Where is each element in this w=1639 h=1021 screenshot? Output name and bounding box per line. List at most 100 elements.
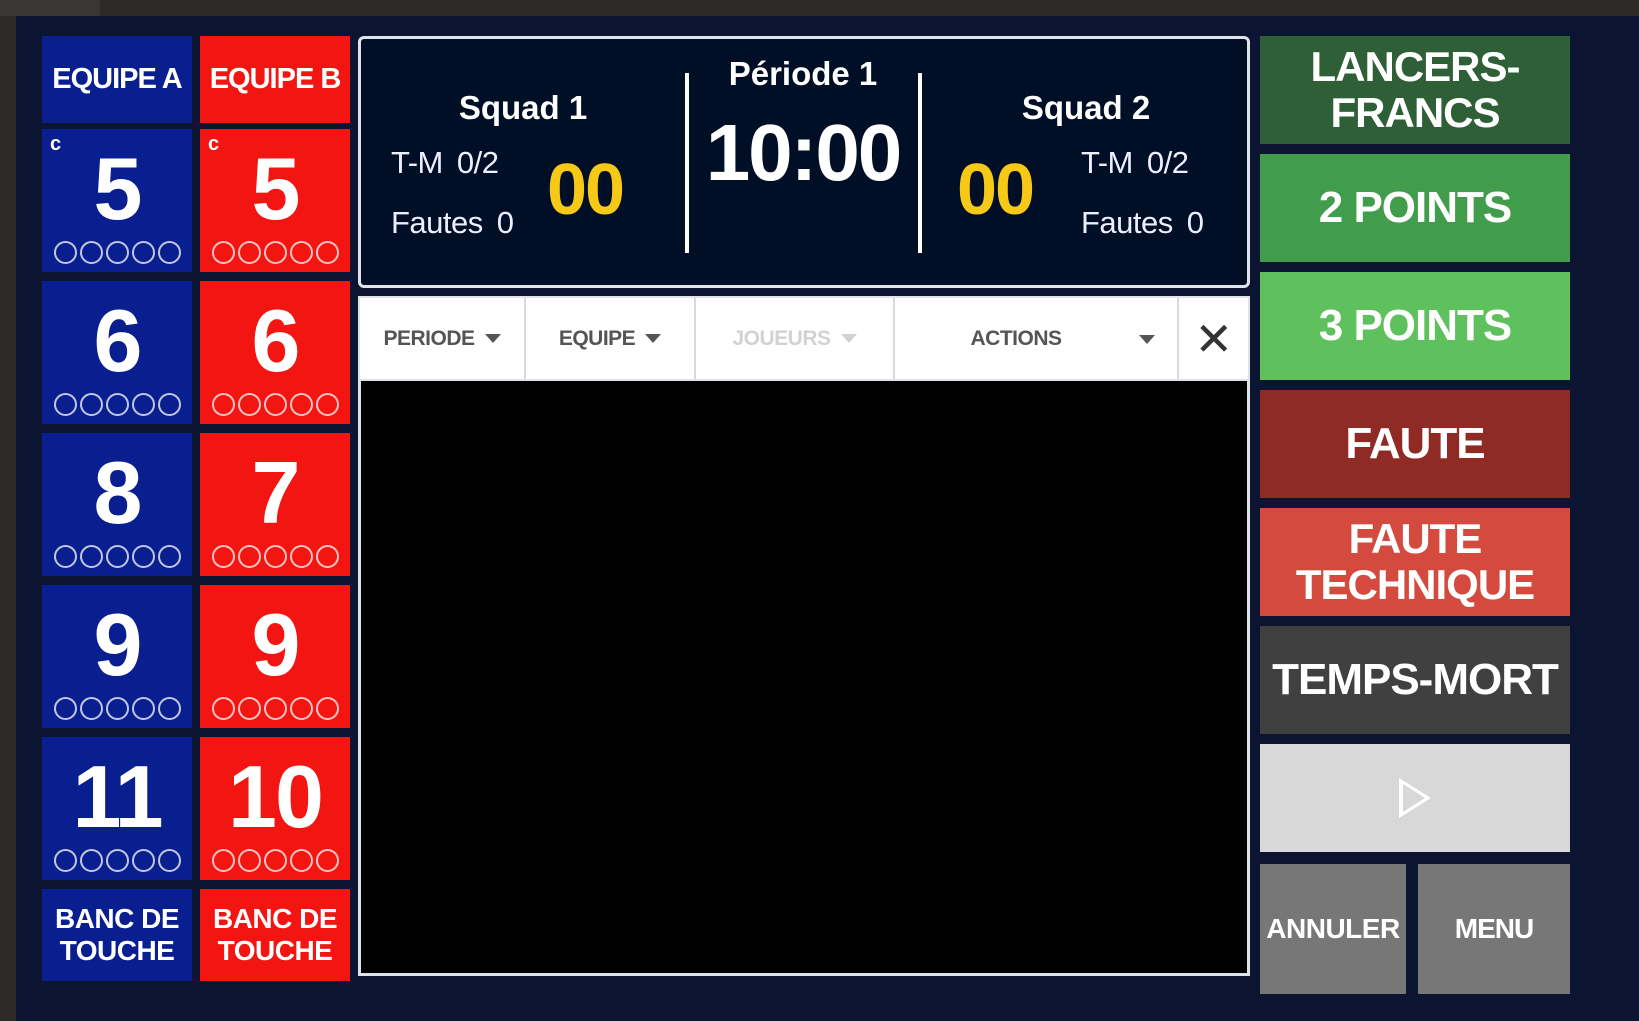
foul-dot (289, 697, 313, 720)
foul-dot (263, 241, 287, 264)
foul-dot (53, 545, 77, 568)
foul-dot (53, 697, 77, 720)
home-timeouts: T-M 0/2 (391, 145, 499, 181)
divider (685, 73, 689, 253)
away-fouls: Fautes 0 (1081, 205, 1204, 241)
foul-dot (105, 849, 129, 872)
joueurs-filter: JOUEURS (696, 298, 895, 379)
foul-indicators (42, 849, 192, 872)
foul-dot (157, 545, 181, 568)
chevron-down-icon (484, 334, 501, 343)
team-b-header[interactable]: EQUIPE B (200, 36, 350, 123)
filter-label: ACTIONS (970, 326, 1063, 350)
event-filter-bar: PERIODE EQUIPE JOUEURS ACTIONS ✕ (358, 296, 1250, 381)
foul-dot (315, 393, 339, 416)
foul-dot (211, 849, 235, 872)
foul-dot (79, 241, 103, 264)
foul-dot (79, 545, 103, 568)
annuler-button[interactable]: ANNULER (1260, 864, 1406, 994)
play-icon (1399, 778, 1431, 818)
team-a-bench-button[interactable]: BANC DE TOUCHE (42, 889, 192, 981)
window-tab (0, 0, 100, 16)
foul-indicators (42, 241, 192, 264)
team-b-bench-button[interactable]: BANC DE TOUCHE (200, 889, 350, 981)
temps-mort-button[interactable]: TEMPS-MORT (1260, 626, 1570, 734)
home-score: 00 (547, 150, 625, 230)
event-log (358, 381, 1250, 976)
team-a-player-card[interactable]: c 5 (42, 129, 192, 272)
lancers-francs-button[interactable]: LANCERS-FRANCS (1260, 36, 1570, 144)
foul-dot (157, 241, 181, 264)
two-points-button[interactable]: 2 POINTS (1260, 154, 1570, 262)
filter-label: JOUEURS (732, 326, 831, 350)
fouls-label: Fautes (391, 205, 483, 240)
player-number: 5 (93, 139, 143, 238)
team-a-player-card[interactable]: 11 (42, 737, 192, 880)
foul-dot (105, 545, 129, 568)
three-points-button[interactable]: 3 POINTS (1260, 272, 1570, 380)
player-number: 9 (251, 595, 301, 694)
foul-dot (289, 849, 313, 872)
foul-dot (237, 849, 261, 872)
team-b-player-card[interactable]: 10 (200, 737, 350, 880)
foul-indicators (42, 393, 192, 416)
periode-filter[interactable]: PERIODE (360, 298, 526, 379)
play-button[interactable] (1260, 744, 1570, 852)
foul-indicators (200, 849, 350, 872)
faute-button[interactable]: FAUTE (1260, 390, 1570, 498)
team-b-column: EQUIPE B c 5 6 7 9 10 BANC DE TOUCHE (200, 36, 350, 981)
menu-button[interactable]: MENU (1418, 864, 1570, 994)
foul-indicators (200, 393, 350, 416)
away-team-name: Squad 2 (1021, 89, 1151, 126)
foul-dot (263, 545, 287, 568)
foul-dot (157, 393, 181, 416)
foul-dot (131, 393, 155, 416)
player-number: 11 (72, 747, 163, 846)
team-a-header[interactable]: EQUIPE A (42, 36, 192, 123)
actions-filter[interactable]: ACTIONS (895, 298, 1179, 379)
equipe-filter[interactable]: EQUIPE (526, 298, 696, 379)
chevron-down-icon (1139, 335, 1155, 344)
game-clock[interactable]: 10:00 (697, 111, 909, 195)
team-b-player-card[interactable]: 7 (200, 433, 350, 576)
foul-dot (131, 697, 155, 720)
foul-indicators (200, 545, 350, 568)
foul-dot (289, 545, 313, 568)
foul-dot (211, 393, 235, 416)
foul-dot (315, 697, 339, 720)
player-number: 5 (251, 139, 301, 238)
player-number: 9 (93, 595, 143, 694)
player-number: 8 (93, 443, 143, 542)
team-b-player-card[interactable]: c 5 (200, 129, 350, 272)
team-b-player-card[interactable]: 9 (200, 585, 350, 728)
foul-dot (237, 697, 261, 720)
team-a-column: EQUIPE A c 5 6 8 9 11 BANC DE TOUCHE (42, 36, 192, 981)
window-left-edge (0, 16, 16, 1021)
team-a-player-card[interactable]: 8 (42, 433, 192, 576)
timeouts-value: 0/2 (1146, 145, 1189, 180)
timeouts-value: 0/2 (456, 145, 499, 180)
foul-dot (53, 849, 77, 872)
close-icon[interactable]: ✕ (1179, 298, 1248, 379)
player-number: 7 (251, 443, 301, 542)
player-number: 10 (228, 747, 324, 846)
foul-dot (131, 849, 155, 872)
chevron-down-icon (645, 334, 662, 343)
team-b-player-card[interactable]: 6 (200, 281, 350, 424)
foul-dot (263, 393, 287, 416)
away-timeouts: T-M 0/2 (1081, 145, 1189, 181)
team-a-player-card[interactable]: 9 (42, 585, 192, 728)
faute-technique-button[interactable]: FAUTE TECHNIQUE (1260, 508, 1570, 616)
foul-dot (263, 697, 287, 720)
scoreboard: Squad 1 T-M 0/2 Fautes 0 00 Période 1 10:0… (358, 36, 1250, 288)
foul-dot (211, 545, 235, 568)
foul-dot (237, 545, 261, 568)
chevron-down-icon (840, 334, 857, 343)
team-a-player-card[interactable]: 6 (42, 281, 192, 424)
foul-dot (237, 241, 261, 264)
timeouts-label: T-M (1081, 145, 1133, 180)
away-score: 00 (957, 150, 1035, 230)
fouls-label: Fautes (1081, 205, 1173, 240)
foul-dot (53, 241, 77, 264)
foul-indicators (42, 545, 192, 568)
